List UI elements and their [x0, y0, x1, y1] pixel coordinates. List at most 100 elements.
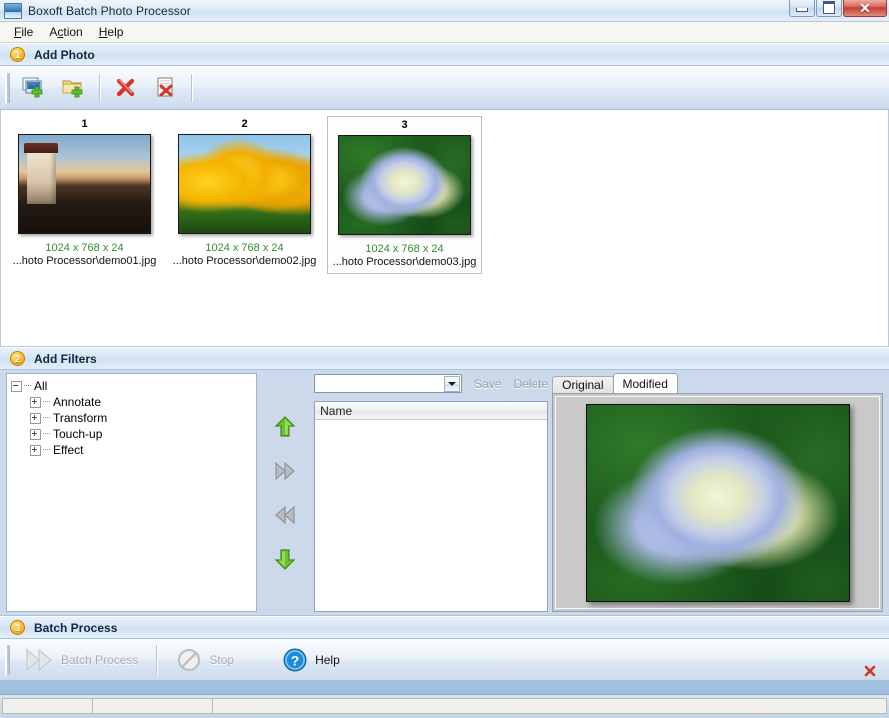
tree-expand-icon[interactable] [30, 412, 41, 424]
section-header-add-filters: 2 Add Filters [0, 347, 889, 370]
tree-dash [43, 433, 50, 435]
add-photo-button[interactable] [14, 69, 54, 107]
minimize-button[interactable] [789, 0, 815, 17]
move-down-button[interactable] [272, 546, 298, 572]
svg-text:?: ? [291, 652, 300, 668]
preview-photo-art [586, 404, 849, 601]
tree-label-all: All [34, 378, 48, 393]
move-down-arrow-icon [274, 548, 296, 570]
thumbnail-path: ...hoto Processor\demo03.jpg [332, 256, 477, 268]
preview-image [585, 403, 850, 602]
thumbnail-number: 3 [401, 119, 408, 131]
thumbnail-image[interactable] [338, 135, 471, 235]
batch-toolbar: Batch Process Stop ? Help [0, 639, 889, 681]
add-filter-arrow-icon [275, 461, 296, 480]
filter-list-area: Save Delete Name [314, 373, 549, 612]
thumbnail-strip: 1 1024 x 768 x 24 ...hoto Processor\demo… [1, 110, 888, 274]
preview-panel: Original Modified [552, 373, 883, 612]
status-cell-3 [212, 698, 887, 714]
stop-label: Stop [209, 652, 235, 667]
app-icon [4, 2, 22, 19]
chevron-down-icon[interactable] [444, 375, 461, 392]
tree-node-transform[interactable]: Transform [11, 410, 256, 426]
thumbnail-item-3[interactable]: 3 1024 x 768 x 24 ...hoto Processor\demo… [327, 116, 482, 274]
help-button[interactable]: ? Help [272, 642, 350, 678]
close-icon: ✕ [859, 0, 871, 16]
thumbnail-dimensions: 1024 x 768 x 24 [365, 243, 444, 255]
add-folder-button[interactable] [54, 69, 94, 107]
tree-node-effect[interactable]: Effect [11, 442, 256, 458]
tree-node-touch-up[interactable]: Touch-up [11, 426, 256, 442]
tree-node-annotate[interactable]: Annotate [11, 394, 256, 410]
tree-expand-icon[interactable] [30, 396, 41, 408]
move-up-button[interactable] [272, 414, 298, 440]
filter-category-tree[interactable]: All Annotate Transform Touch-up Effect [6, 373, 257, 612]
delete-all-icon [157, 77, 173, 96]
close-button[interactable]: ✕ [843, 0, 887, 17]
photo-toolbar [0, 66, 889, 110]
stop-icon [178, 648, 201, 671]
delete-button[interactable] [106, 69, 146, 107]
tree-label-touch-up: Touch-up [53, 426, 103, 441]
preset-row: Save Delete [314, 373, 548, 394]
thumbnail-item-2[interactable]: 2 1024 x 768 x 24 ...hoto Processor\demo… [167, 116, 322, 274]
status-cell-2 [92, 698, 212, 714]
thumbnail-item-1[interactable]: 1 1024 x 768 x 24 ...hoto Processor\demo… [7, 116, 162, 274]
selected-filters-list[interactable]: Name [314, 401, 549, 612]
menu-help[interactable]: Help [91, 23, 132, 41]
section-title-add-photo: Add Photo [34, 47, 95, 62]
photo-hydrangea-art [339, 136, 470, 234]
menu-action[interactable]: Action [41, 23, 90, 41]
filter-move-buttons [257, 373, 314, 612]
section-title-add-filters: Add Filters [34, 351, 97, 366]
add-filter-button[interactable] [272, 458, 298, 484]
thumbnail-panel[interactable]: 1 1024 x 768 x 24 ...hoto Processor\demo… [0, 110, 889, 347]
tab-modified[interactable]: Modified [612, 373, 678, 393]
tree-collapse-icon[interactable] [11, 380, 22, 392]
tab-original[interactable]: Original [552, 376, 614, 393]
window-title: Boxoft Batch Photo Processor [28, 3, 191, 18]
maximize-icon [823, 1, 835, 14]
thumbnail-image[interactable] [178, 134, 311, 234]
list-column-header-name[interactable]: Name [315, 402, 548, 420]
thumbnail-image[interactable] [18, 134, 151, 234]
toolbar-grip[interactable] [5, 72, 10, 103]
tree-dash [43, 401, 50, 403]
preset-combobox[interactable] [314, 374, 463, 393]
tree-expand-icon[interactable] [30, 444, 41, 456]
toolbar-separator [99, 73, 101, 102]
batch-process-icon [26, 648, 53, 671]
remove-filter-arrow-icon [275, 505, 295, 524]
photo-lighthouse-art [19, 135, 150, 233]
menu-file[interactable]: File [6, 23, 41, 41]
status-bar [0, 694, 889, 718]
preview-tabs: Original Modified [552, 373, 883, 393]
batch-process-button[interactable]: Batch Process [14, 642, 148, 678]
tree-dash [43, 417, 50, 419]
step-badge-3: 3 [10, 620, 25, 635]
close-corner-icon[interactable] [863, 664, 877, 678]
batch-toolbar-grip[interactable] [5, 644, 10, 675]
tree-label-annotate: Annotate [53, 394, 102, 409]
preview-viewport[interactable] [552, 393, 883, 612]
stop-button[interactable]: Stop [166, 642, 244, 678]
maximize-button[interactable] [816, 0, 842, 17]
tree-expand-icon[interactable] [30, 428, 41, 440]
filters-body: All Annotate Transform Touch-up Effect S… [0, 370, 889, 616]
add-folder-icon [62, 80, 83, 97]
status-cell-1 [2, 698, 92, 714]
delete-all-button[interactable] [146, 69, 186, 107]
photo-tulips-art [179, 135, 310, 233]
save-preset-button[interactable]: Save [474, 377, 501, 391]
batch-separator [156, 644, 159, 675]
title-bar: Boxoft Batch Photo Processor ✕ [0, 0, 889, 22]
window-controls: ✕ [788, 0, 887, 17]
thumbnail-dimensions: 1024 x 768 x 24 [205, 242, 284, 254]
thumbnail-number: 2 [241, 118, 248, 130]
thumbnail-number: 1 [81, 118, 88, 130]
remove-filter-button[interactable] [272, 502, 298, 528]
delete-preset-button[interactable]: Delete [513, 377, 548, 391]
tree-label-effect: Effect [53, 442, 84, 457]
tree-label-transform: Transform [53, 410, 108, 425]
tree-node-all[interactable]: All [11, 378, 256, 394]
